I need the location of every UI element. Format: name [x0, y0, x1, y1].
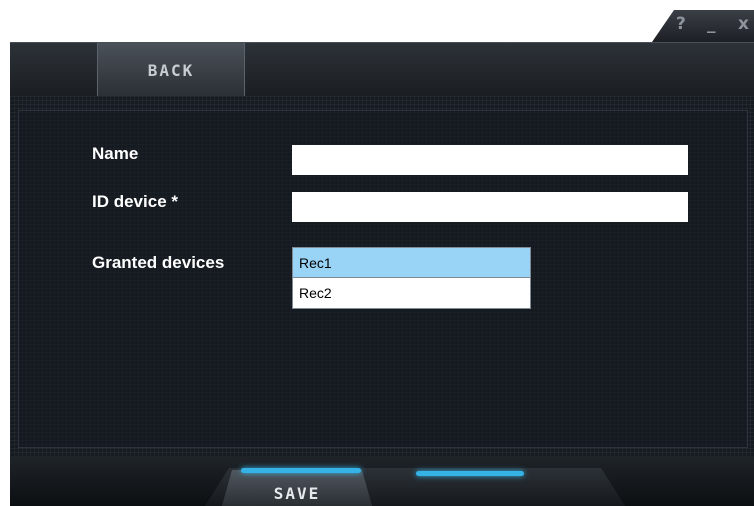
close-icon[interactable]: x: [738, 14, 749, 34]
id-device-input[interactable]: [292, 192, 688, 222]
footer-bar: [10, 456, 754, 506]
granted-devices-label: Granted devices: [92, 253, 225, 272]
window-controls: ? _ x: [652, 10, 754, 42]
secondary-glow-indicator: [416, 471, 524, 476]
name-input[interactable]: [292, 145, 688, 175]
device-item-rec2[interactable]: Rec2: [293, 278, 530, 308]
id-device-label: ID device *: [92, 192, 178, 211]
help-icon[interactable]: ?: [676, 14, 686, 34]
name-label: Name: [92, 144, 139, 163]
device-item-rec1[interactable]: Rec1: [293, 248, 530, 278]
back-button[interactable]: BACK: [97, 43, 245, 97]
minimize-icon[interactable]: _: [707, 14, 716, 34]
save-glow-indicator: [241, 468, 361, 473]
header-bar: BACK: [10, 42, 754, 97]
granted-devices-list: Rec1 Rec2: [292, 247, 531, 309]
save-button[interactable]: SAVE: [222, 470, 372, 506]
